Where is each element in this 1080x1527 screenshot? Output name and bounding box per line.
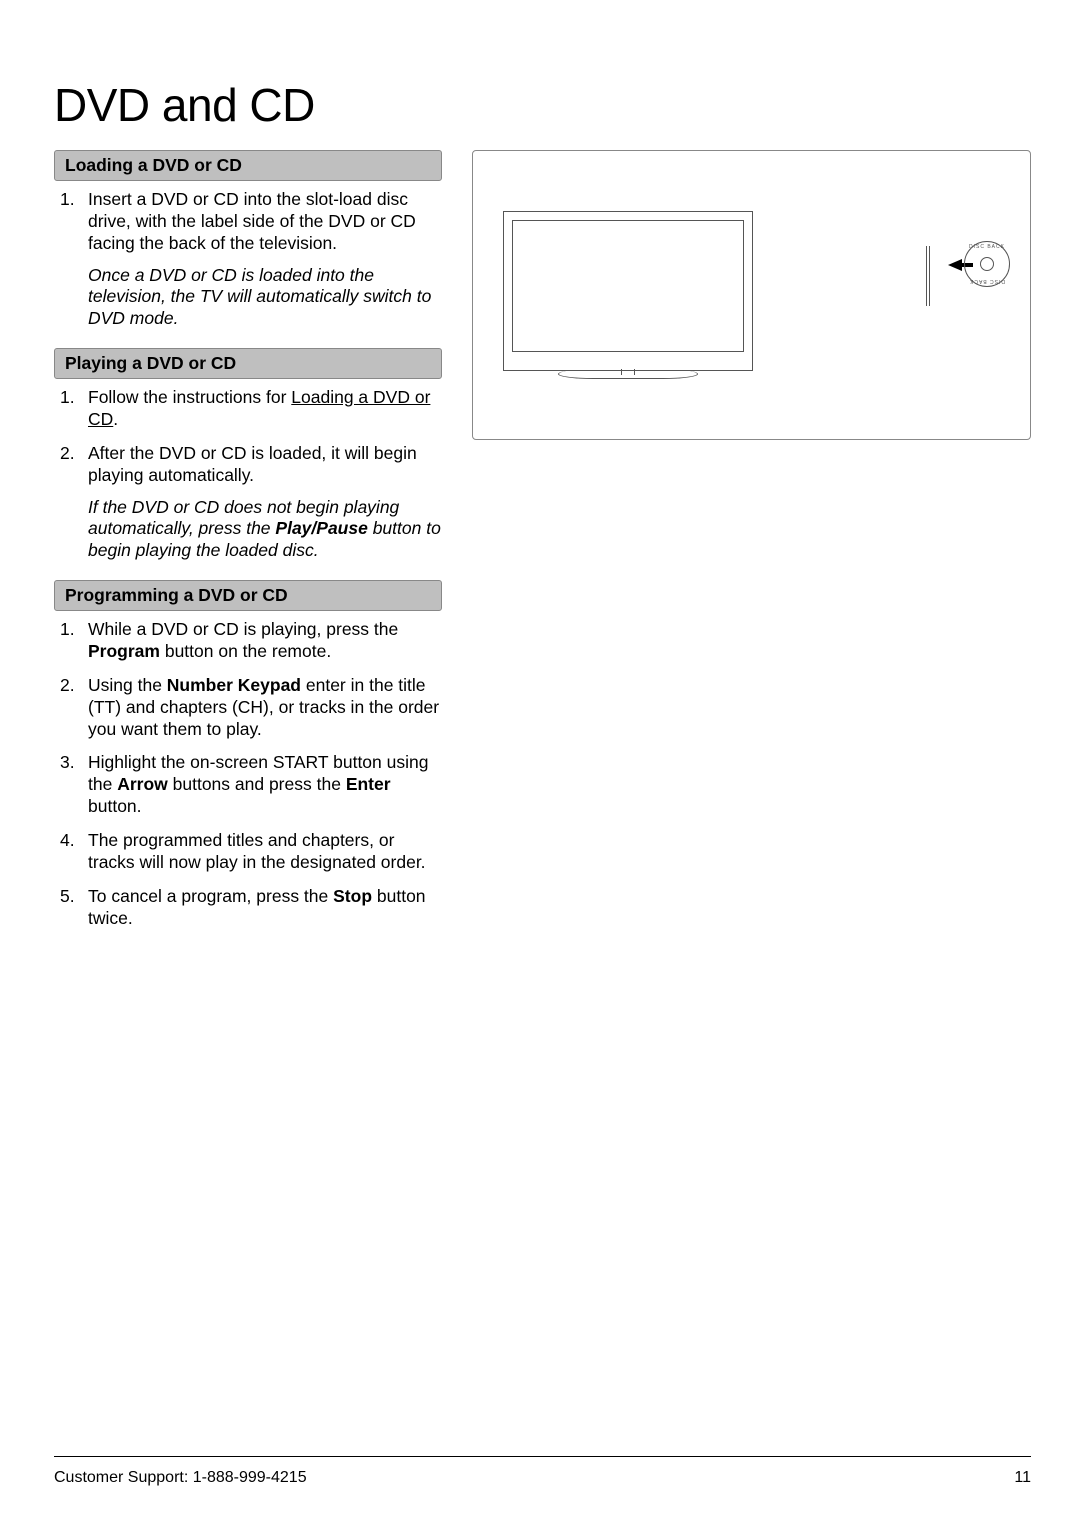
section-header-programming: Programming a DVD or CD <box>54 580 442 611</box>
step-text: Using the <box>88 675 167 695</box>
arrow-label: Arrow <box>117 774 168 794</box>
playing-step-1: Follow the instructions for Loading a DV… <box>54 387 442 431</box>
step-text: The programmed titles and chapters, or t… <box>88 830 426 872</box>
number-keypad-label: Number Keypad <box>167 675 301 695</box>
playing-step-2: After the DVD or CD is loaded, it will b… <box>54 443 442 562</box>
footer-rule <box>54 1456 1031 1457</box>
step-text: To cancel a program, press the <box>88 886 333 906</box>
step-text: Insert a DVD or CD into the slot-load di… <box>88 189 416 253</box>
page-footer: Customer Support: 1-888-999-4215 11 <box>54 1456 1031 1487</box>
programming-step-5: To cancel a program, press the Stop butt… <box>54 886 442 930</box>
playing-steps: Follow the instructions for Loading a DV… <box>54 387 442 562</box>
playing-note: If the DVD or CD does not begin playing … <box>88 497 442 563</box>
step-text: While a DVD or CD is playing, press the <box>88 619 398 639</box>
loading-steps: Insert a DVD or CD into the slot-load di… <box>54 189 442 330</box>
programming-step-2: Using the Number Keypad enter in the tit… <box>54 675 442 741</box>
left-column: Loading a DVD or CD Insert a DVD or CD i… <box>54 150 442 948</box>
programming-step-4: The programmed titles and chapters, or t… <box>54 830 442 874</box>
tv-screen-icon <box>512 220 744 352</box>
disc-slot-icon <box>926 246 930 306</box>
programming-step-1: While a DVD or CD is playing, press the … <box>54 619 442 663</box>
step-text: Follow the instructions for <box>88 387 291 407</box>
play-pause-label: Play/Pause <box>275 518 367 538</box>
tv-body-icon <box>503 211 753 371</box>
step-text: After the DVD or CD is loaded, it will b… <box>88 443 417 485</box>
disc-label-top: DISC BACK <box>965 244 1009 250</box>
tv-stand-icon <box>558 369 698 379</box>
loading-note: Once a DVD or CD is loaded into the tele… <box>88 265 442 331</box>
programming-step-3: Highlight the on-screen START button usi… <box>54 752 442 818</box>
disc-icon: DISC BACK DISC BACK <box>964 241 1010 287</box>
programming-steps: While a DVD or CD is playing, press the … <box>54 619 442 930</box>
page-title: DVD and CD <box>54 78 1031 132</box>
section-header-playing: Playing a DVD or CD <box>54 348 442 379</box>
step-text: . <box>113 409 118 429</box>
page-number: 11 <box>1014 1469 1031 1487</box>
stop-label: Stop <box>333 886 372 906</box>
right-column: DISC BACK DISC BACK <box>472 150 1031 948</box>
enter-label: Enter <box>346 774 391 794</box>
step-text: buttons and press the <box>168 774 346 794</box>
section-header-loading: Loading a DVD or CD <box>54 150 442 181</box>
tv-diagram: DISC BACK DISC BACK <box>472 150 1031 440</box>
step-text: button on the remote. <box>160 641 331 661</box>
arrow-left-icon <box>948 259 962 271</box>
customer-support: Customer Support: 1-888-999-4215 <box>54 1469 307 1487</box>
loading-step-1: Insert a DVD or CD into the slot-load di… <box>54 189 442 330</box>
step-text: button. <box>88 796 142 816</box>
disc-label-bottom: DISC BACK <box>965 278 1009 284</box>
program-label: Program <box>88 641 160 661</box>
disc-center-icon <box>980 257 994 271</box>
